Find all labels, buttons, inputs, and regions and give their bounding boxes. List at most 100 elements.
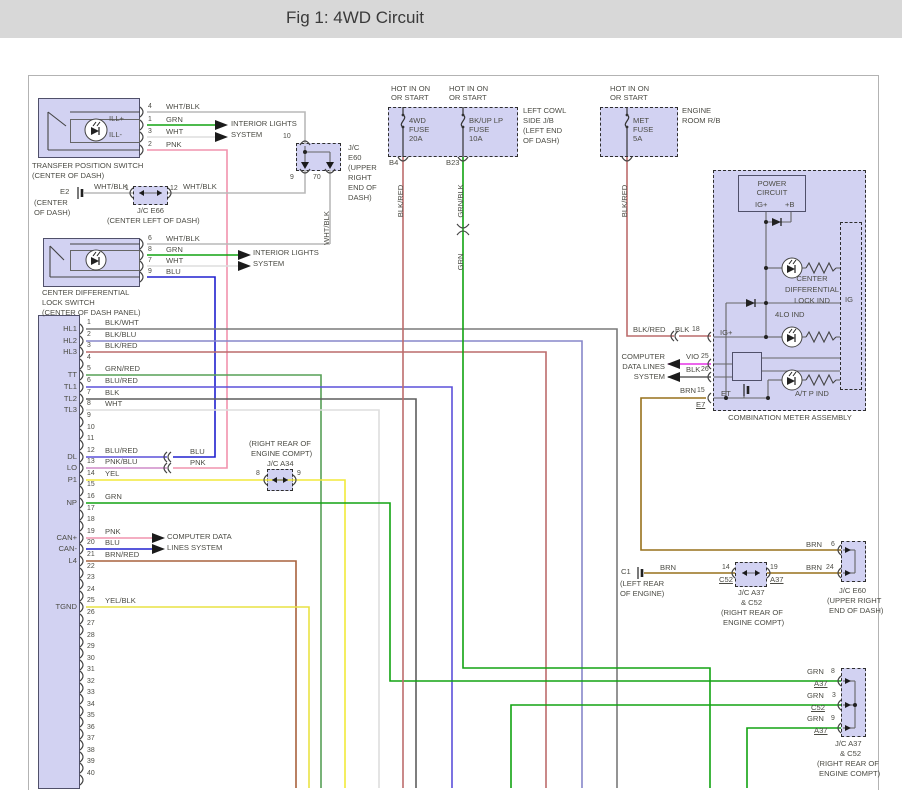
diagram-label: 9	[297, 470, 301, 477]
diagram-label: 9	[831, 715, 835, 722]
diagram-label: (CENTER	[34, 199, 68, 207]
diagram-label: 3	[148, 128, 152, 135]
wire-color-label: BLK/RED	[105, 342, 138, 350]
ecu-pin-number: 23	[87, 574, 95, 581]
ecu-pin-number: 40	[87, 770, 95, 777]
diagram-label: 4WD	[409, 117, 426, 125]
ecu-pin-number: 7	[87, 389, 91, 396]
wire-color-label: PNK/BLU	[105, 458, 138, 466]
wire-color-label-vertical: GRN/BLK	[457, 171, 465, 231]
diagram-label: WHT/BLK	[94, 183, 128, 191]
diagram-label: 9	[148, 268, 152, 275]
diagram-label: INTERIOR LIGHTS	[253, 249, 319, 257]
diagram-label: & C52	[840, 750, 861, 758]
diagram-label: 8	[831, 668, 835, 675]
diagram-label: SYSTEM	[585, 373, 665, 381]
diagram-label: 10A	[469, 135, 483, 143]
wire-color-label: PNK	[105, 528, 121, 536]
diagram-label: MET	[633, 117, 649, 125]
diagram-label: 4LO IND	[775, 311, 805, 319]
ecu-pin-number: 14	[87, 470, 95, 477]
diagram-label: A37	[814, 680, 828, 688]
diagram-label: 5A	[633, 135, 642, 143]
diagram-label: J/C	[348, 144, 359, 152]
diagram-label: ENGINE COMPT)	[723, 619, 784, 627]
diagram-label: J/C A34	[267, 460, 294, 468]
diagram-label: POWER	[697, 180, 847, 188]
diagram-label: LOCK IND	[737, 297, 887, 305]
diagram-label: BLU	[190, 448, 205, 456]
ecu-pin-number: 2	[87, 331, 91, 338]
diagram-label: GRN	[166, 116, 183, 124]
diagram-label: END OF DASH)	[829, 607, 883, 615]
diagram-label: 18	[692, 326, 700, 333]
diagram-label: (CENTER OF DASH)	[32, 172, 104, 180]
diagram-label: J/C A37	[738, 589, 765, 597]
diagram-label: BRN	[660, 564, 676, 572]
diagram-label: (LEFT END	[523, 127, 562, 135]
ecu-pin-number: 35	[87, 712, 95, 719]
diagram-label: GRN	[807, 715, 824, 723]
ecu-pin-number: 25	[87, 597, 95, 604]
diagram-label: BLU	[166, 268, 181, 276]
diagram-label: BLK	[675, 326, 689, 334]
wire-color-label: BLK/BLU	[105, 331, 136, 339]
wire-color-label-vertical: BLK/RED	[397, 171, 405, 231]
diagram-label: ILL+	[109, 115, 124, 123]
ecu-terminal-name: P1	[0, 476, 77, 484]
diagram-label: WHT/BLK	[166, 235, 200, 243]
wire-color-label-vertical: BLK/RED	[621, 171, 629, 231]
ecu-pin-number: 28	[87, 632, 95, 639]
ecu-pin-number: 32	[87, 678, 95, 685]
diagram-label: CENTER	[737, 275, 887, 283]
diagram-label: WHT	[166, 257, 183, 265]
ecu-terminal-name: L4	[0, 557, 77, 565]
diagram-label: E2	[60, 188, 69, 196]
ecu-pin-number: 39	[87, 758, 95, 765]
diagram-label: COMBINATION METER ASSEMBLY	[715, 414, 865, 422]
wire-color-label-vertical: WHT/BLK	[323, 198, 331, 258]
ecu-pin-number: 37	[87, 735, 95, 742]
diagram-label: OR START	[391, 94, 429, 102]
ecu-terminal-name: NP	[0, 499, 77, 507]
diagram-label: 1	[125, 185, 129, 192]
diagram-label: LEFT COWL	[523, 107, 566, 115]
ecu-terminal-name: TGND	[0, 603, 77, 611]
diagram-label: C52	[719, 576, 733, 584]
diagram-label: FUSE	[633, 126, 653, 134]
diagram-label: END OF	[348, 184, 377, 192]
diagram-label: 2	[148, 141, 152, 148]
ecu-pin-number: 19	[87, 528, 95, 535]
diagram-label: DASH)	[348, 194, 372, 202]
ecu-pin-number: 12	[87, 447, 95, 454]
ecu-terminal-name: HL2	[0, 337, 77, 345]
diagram-label: E60	[348, 154, 362, 162]
wire-color-label: BLK/WHT	[105, 319, 139, 327]
diagram-label: B4	[389, 159, 398, 167]
ecu-pin-number: 30	[87, 655, 95, 662]
ecu-terminal-name: CAN-	[0, 545, 77, 553]
diagram-label: FUSE	[409, 126, 429, 134]
diagram-label: J/C A37	[835, 740, 862, 748]
ecu-pin-number: 26	[87, 609, 95, 616]
diagram-label: 15	[697, 387, 705, 394]
diagram-label: B23	[446, 159, 460, 167]
diagram-label: BK/UP LP	[469, 117, 503, 125]
diagram-label: TRANSFER POSITION SWITCH	[32, 162, 143, 170]
ecu-terminal-name: TL2	[0, 395, 77, 403]
diagram-label: HOT IN ON	[391, 85, 430, 93]
diagram-label: SYSTEM	[231, 131, 262, 139]
diagram-label: WHT/BLK	[183, 183, 217, 191]
ecu-pin-number: 11	[87, 435, 94, 442]
diagram-label: GRN	[807, 692, 824, 700]
diagram-label: GRN	[166, 246, 183, 254]
ecu-pin-number: 10	[87, 424, 95, 431]
diagram-label: 14	[722, 564, 730, 571]
wire-color-label: BLU	[105, 539, 120, 547]
ecu-pin-number: 6	[87, 377, 91, 384]
diagram-label: ENGINE	[682, 107, 711, 115]
diagram-label: 10	[283, 133, 291, 140]
ecu-pin-number: 13	[87, 458, 95, 465]
ecu-pin-number: 29	[87, 643, 95, 650]
ecu-pin-number: 22	[87, 563, 95, 570]
